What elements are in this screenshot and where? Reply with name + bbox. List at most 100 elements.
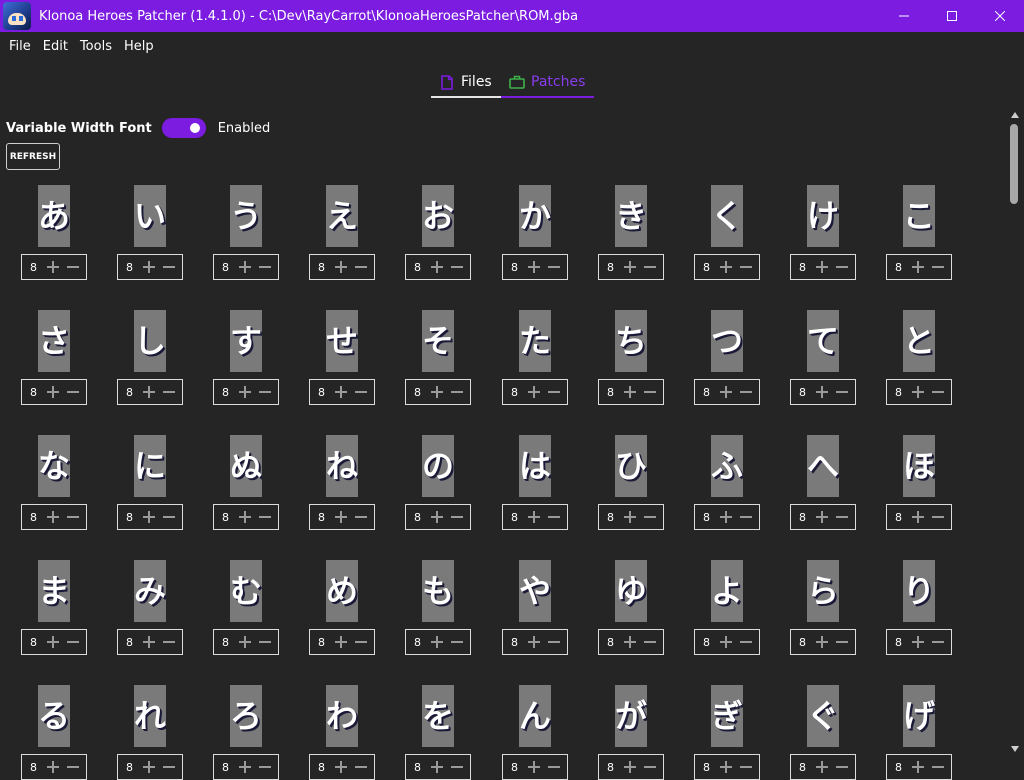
decrease-width-button[interactable] <box>929 758 947 776</box>
increase-width-button[interactable] <box>813 758 831 776</box>
decrease-width-button[interactable] <box>833 758 851 776</box>
decrease-width-button[interactable] <box>545 383 563 401</box>
decrease-width-button[interactable] <box>352 258 370 276</box>
glyph-width-value[interactable]: 8 <box>895 386 907 399</box>
vertical-scrollbar[interactable] <box>1006 106 1024 760</box>
decrease-width-button[interactable] <box>641 258 659 276</box>
increase-width-button[interactable] <box>428 633 446 651</box>
glyph-width-value[interactable]: 8 <box>799 511 811 524</box>
increase-width-button[interactable] <box>236 258 254 276</box>
increase-width-button[interactable] <box>525 258 543 276</box>
glyph-width-value[interactable]: 8 <box>318 636 330 649</box>
increase-width-button[interactable] <box>621 633 639 651</box>
glyph-width-value[interactable]: 8 <box>511 761 523 774</box>
increase-width-button[interactable] <box>909 258 927 276</box>
increase-width-button[interactable] <box>909 633 927 651</box>
decrease-width-button[interactable] <box>737 633 755 651</box>
glyph-width-value[interactable]: 8 <box>30 261 42 274</box>
glyph-width-value[interactable]: 8 <box>222 386 234 399</box>
glyph-width-value[interactable]: 8 <box>126 511 138 524</box>
decrease-width-button[interactable] <box>833 258 851 276</box>
increase-width-button[interactable] <box>332 758 350 776</box>
increase-width-button[interactable] <box>717 633 735 651</box>
glyph-width-value[interactable]: 8 <box>511 636 523 649</box>
increase-width-button[interactable] <box>621 383 639 401</box>
decrease-width-button[interactable] <box>641 383 659 401</box>
decrease-width-button[interactable] <box>641 633 659 651</box>
increase-width-button[interactable] <box>909 508 927 526</box>
increase-width-button[interactable] <box>44 508 62 526</box>
increase-width-button[interactable] <box>621 258 639 276</box>
glyph-width-value[interactable]: 8 <box>703 261 715 274</box>
increase-width-button[interactable] <box>909 758 927 776</box>
glyph-width-value[interactable]: 8 <box>799 761 811 774</box>
increase-width-button[interactable] <box>140 383 158 401</box>
increase-width-button[interactable] <box>717 758 735 776</box>
glyph-width-value[interactable]: 8 <box>414 386 426 399</box>
increase-width-button[interactable] <box>44 633 62 651</box>
decrease-width-button[interactable] <box>737 758 755 776</box>
increase-width-button[interactable] <box>44 758 62 776</box>
increase-width-button[interactable] <box>621 508 639 526</box>
increase-width-button[interactable] <box>909 383 927 401</box>
increase-width-button[interactable] <box>140 633 158 651</box>
glyph-width-value[interactable]: 8 <box>703 761 715 774</box>
increase-width-button[interactable] <box>236 508 254 526</box>
decrease-width-button[interactable] <box>256 383 274 401</box>
glyph-width-value[interactable]: 8 <box>30 511 42 524</box>
glyph-width-value[interactable]: 8 <box>222 261 234 274</box>
glyph-width-value[interactable]: 8 <box>414 511 426 524</box>
increase-width-button[interactable] <box>140 508 158 526</box>
glyph-width-value[interactable]: 8 <box>799 386 811 399</box>
decrease-width-button[interactable] <box>545 758 563 776</box>
decrease-width-button[interactable] <box>833 508 851 526</box>
glyph-width-value[interactable]: 8 <box>511 511 523 524</box>
decrease-width-button[interactable] <box>545 258 563 276</box>
glyph-width-value[interactable]: 8 <box>607 511 619 524</box>
increase-width-button[interactable] <box>236 383 254 401</box>
decrease-width-button[interactable] <box>929 633 947 651</box>
glyph-width-value[interactable]: 8 <box>895 261 907 274</box>
decrease-width-button[interactable] <box>641 758 659 776</box>
decrease-width-button[interactable] <box>737 258 755 276</box>
increase-width-button[interactable] <box>525 633 543 651</box>
glyph-width-value[interactable]: 8 <box>414 761 426 774</box>
increase-width-button[interactable] <box>236 758 254 776</box>
glyph-width-value[interactable]: 8 <box>222 761 234 774</box>
glyph-width-value[interactable]: 8 <box>126 636 138 649</box>
decrease-width-button[interactable] <box>64 633 82 651</box>
decrease-width-button[interactable] <box>64 258 82 276</box>
glyph-width-value[interactable]: 8 <box>126 386 138 399</box>
glyph-width-value[interactable]: 8 <box>703 636 715 649</box>
increase-width-button[interactable] <box>140 258 158 276</box>
decrease-width-button[interactable] <box>929 258 947 276</box>
glyph-width-value[interactable]: 8 <box>511 261 523 274</box>
glyph-width-value[interactable]: 8 <box>222 636 234 649</box>
glyph-width-value[interactable]: 8 <box>414 636 426 649</box>
glyph-width-value[interactable]: 8 <box>222 511 234 524</box>
decrease-width-button[interactable] <box>448 383 466 401</box>
decrease-width-button[interactable] <box>448 508 466 526</box>
glyph-width-value[interactable]: 8 <box>126 261 138 274</box>
glyph-width-value[interactable]: 8 <box>30 386 42 399</box>
increase-width-button[interactable] <box>717 508 735 526</box>
scroll-thumb[interactable] <box>1010 124 1018 204</box>
decrease-width-button[interactable] <box>641 508 659 526</box>
glyph-width-value[interactable]: 8 <box>895 761 907 774</box>
decrease-width-button[interactable] <box>352 383 370 401</box>
decrease-width-button[interactable] <box>64 383 82 401</box>
decrease-width-button[interactable] <box>448 258 466 276</box>
increase-width-button[interactable] <box>813 633 831 651</box>
glyph-width-value[interactable]: 8 <box>318 511 330 524</box>
increase-width-button[interactable] <box>140 758 158 776</box>
increase-width-button[interactable] <box>44 258 62 276</box>
increase-width-button[interactable] <box>525 383 543 401</box>
increase-width-button[interactable] <box>525 758 543 776</box>
increase-width-button[interactable] <box>813 383 831 401</box>
decrease-width-button[interactable] <box>160 508 178 526</box>
glyph-width-value[interactable]: 8 <box>318 386 330 399</box>
increase-width-button[interactable] <box>332 508 350 526</box>
glyph-width-value[interactable]: 8 <box>30 636 42 649</box>
glyph-width-value[interactable]: 8 <box>126 761 138 774</box>
glyph-width-value[interactable]: 8 <box>318 261 330 274</box>
